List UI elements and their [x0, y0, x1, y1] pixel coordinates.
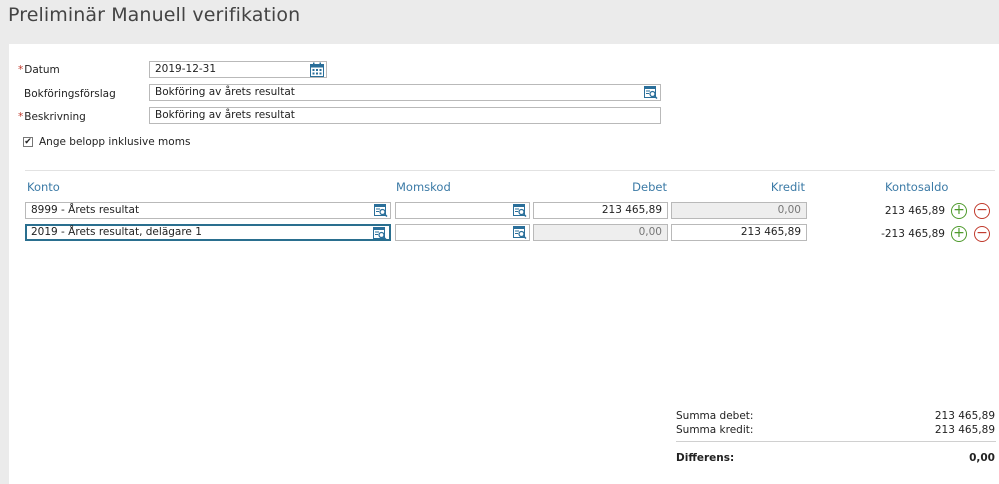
lookup-icon[interactable] [373, 227, 387, 240]
add-row-icon[interactable]: + [951, 203, 967, 219]
datum-label: *Datum [18, 64, 60, 76]
summa-debet-value: 213 465,89 [934, 410, 995, 422]
konto-field[interactable]: 2019 - Årets resultat, delägare 1 [25, 224, 391, 241]
add-row-icon[interactable]: + [951, 226, 967, 242]
kredit-field[interactable]: 0,00 [671, 202, 807, 219]
datum-label-text: Datum [24, 64, 60, 76]
moms-checkbox[interactable]: ✔ [23, 137, 33, 147]
verification-panel: *Datum 2019-12-31 Bokföringsförslag Bokf… [9, 44, 999, 484]
required-mark: * [18, 111, 24, 123]
momskod-field[interactable] [395, 202, 530, 219]
lookup-icon[interactable] [374, 204, 388, 217]
lookup-icon[interactable] [513, 226, 527, 239]
bokforingsforslag-field[interactable]: Bokföring av årets resultat [149, 84, 661, 101]
bokforingsforslag-label: Bokföringsförslag [24, 88, 116, 100]
bokforingsforslag-value: Bokföring av årets resultat [155, 86, 295, 98]
remove-row-icon[interactable]: − [974, 203, 990, 219]
summa-kredit-value: 213 465,89 [934, 424, 995, 436]
page-title: Preliminär Manuell verifikation [8, 4, 301, 26]
kredit-field[interactable]: 213 465,89 [671, 224, 807, 241]
lookup-icon[interactable] [644, 86, 658, 99]
lookup-icon[interactable] [513, 204, 527, 217]
column-header-momskod: Momskod [396, 180, 451, 194]
differens-value: 0,00 [969, 452, 995, 464]
beskrivning-label: *Beskrivning [18, 111, 86, 123]
momskod-field[interactable] [395, 224, 530, 241]
column-header-konto: Konto [27, 180, 60, 194]
debet-field[interactable]: 213 465,89 [533, 202, 668, 219]
required-mark: * [18, 64, 24, 76]
kontosaldo-value: -213 465,89 [881, 228, 945, 240]
column-header-debet: Debet [632, 180, 667, 194]
moms-checkbox-label: Ange belopp inklusive moms [39, 136, 191, 148]
kontosaldo-value: 213 465,89 [884, 205, 945, 217]
divider [25, 170, 995, 171]
beskrivning-label-text: Beskrivning [24, 111, 86, 123]
konto-value: 8999 - Årets resultat [31, 204, 140, 216]
summa-debet-label: Summa debet: [676, 410, 754, 422]
column-header-kredit: Kredit [770, 180, 805, 194]
summary-divider [676, 441, 996, 442]
konto-value: 2019 - Årets resultat, delägare 1 [31, 226, 202, 238]
datum-value: 2019-12-31 [155, 63, 217, 75]
datum-field[interactable]: 2019-12-31 [149, 61, 327, 78]
remove-row-icon[interactable]: − [974, 226, 990, 242]
beskrivning-value: Bokföring av årets resultat [155, 109, 295, 121]
differens-label: Differens: [676, 452, 735, 464]
summa-kredit-label: Summa kredit: [676, 424, 754, 436]
beskrivning-field[interactable]: Bokföring av årets resultat [149, 107, 661, 124]
calendar-icon[interactable] [310, 62, 324, 77]
debet-field[interactable]: 0,00 [533, 224, 668, 241]
column-header-kontosaldo: Kontosaldo [885, 180, 949, 194]
konto-field[interactable]: 8999 - Årets resultat [25, 202, 391, 219]
